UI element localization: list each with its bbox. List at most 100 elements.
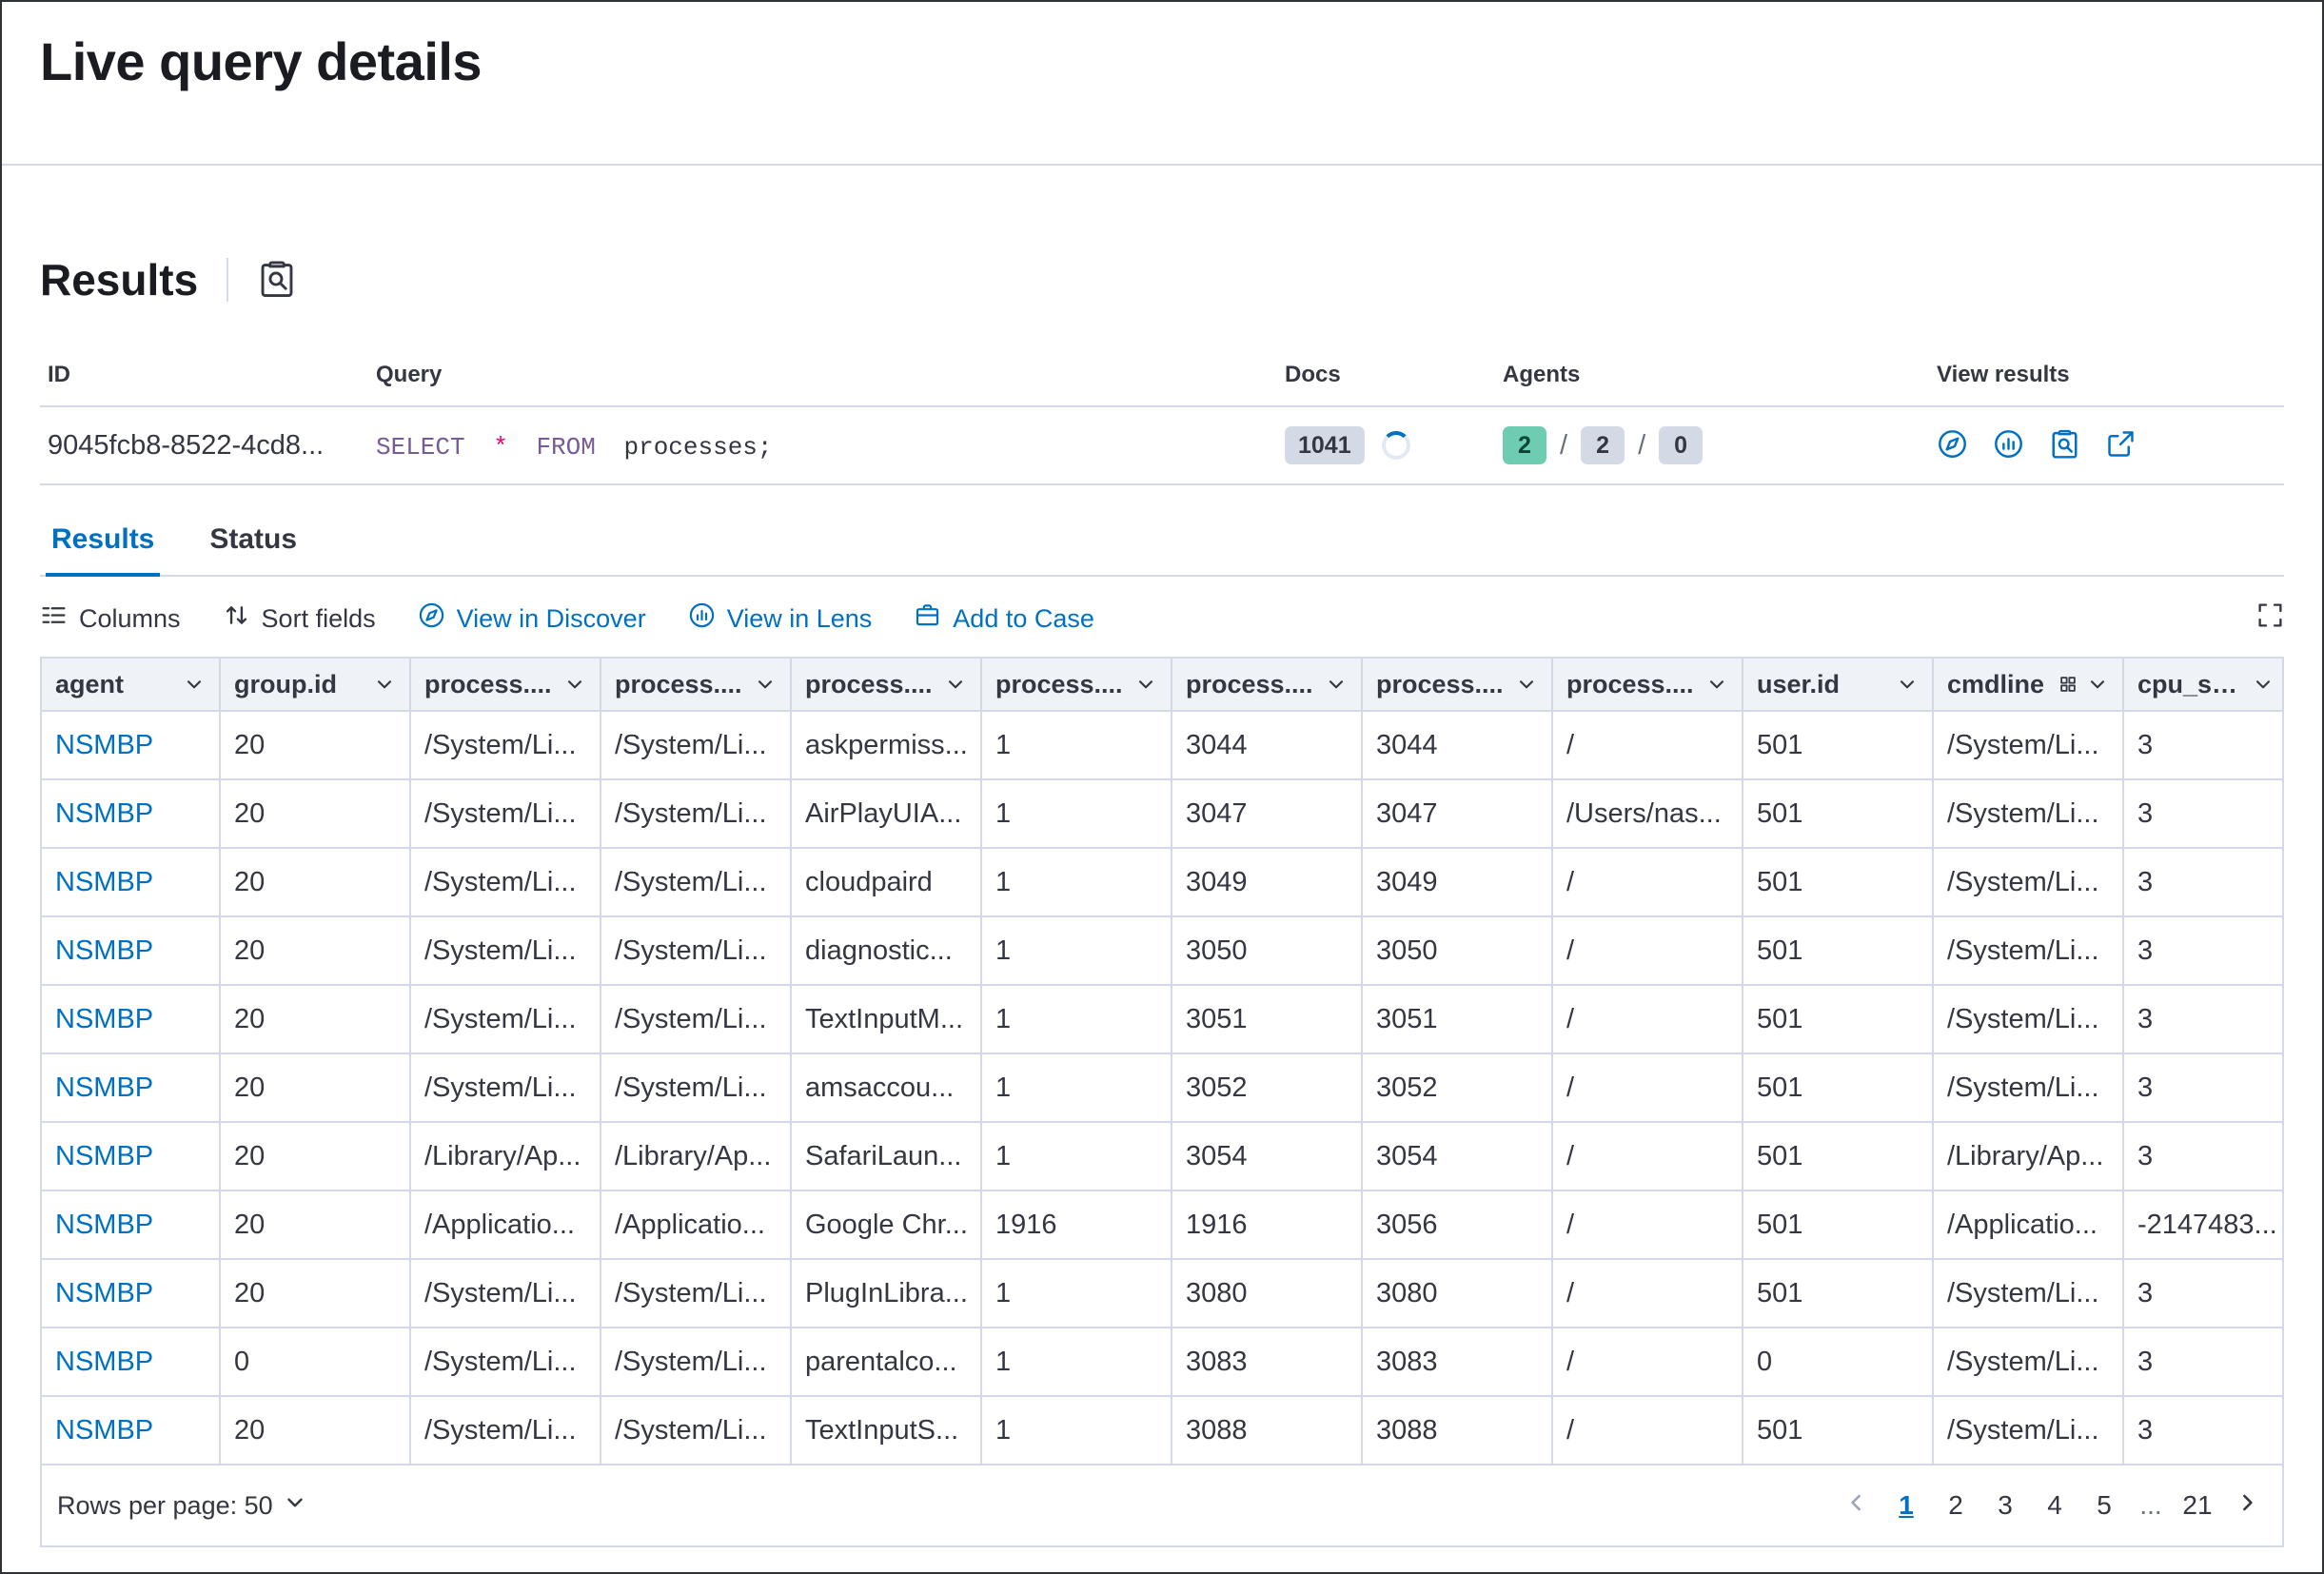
grid-cell: / bbox=[1553, 917, 1743, 986]
grid-cell: 1 bbox=[982, 780, 1172, 849]
lens-icon bbox=[688, 601, 716, 636]
table-row: NSMBP20/System/Li.../System/Li...cloudpa… bbox=[42, 849, 2282, 917]
view-in-lens-link[interactable]: View in Lens bbox=[688, 601, 873, 636]
view-in-discover-link[interactable]: View in Discover bbox=[418, 601, 646, 636]
rows-per-page-button[interactable]: Rows per page: 50 bbox=[51, 1489, 313, 1523]
grid-header-cell[interactable]: agent bbox=[42, 659, 221, 712]
agent-link[interactable]: NSMBP bbox=[42, 1054, 221, 1123]
grid-cell: /System/Li... bbox=[1934, 1054, 2124, 1123]
grid-header-cell[interactable]: process.... bbox=[1363, 659, 1553, 712]
grid-header-cell[interactable]: user.id bbox=[1743, 659, 1934, 712]
grid-header-cell[interactable]: process.... bbox=[1553, 659, 1743, 712]
summary-row: 9045fcb8-8522-4cd8... SELECT * FROM proc… bbox=[40, 407, 2284, 485]
columns-button[interactable]: Columns bbox=[40, 601, 181, 636]
agent-link[interactable]: NSMBP bbox=[42, 1260, 221, 1328]
pagination-page[interactable]: 1 bbox=[1884, 1484, 1928, 1527]
main-content: Results ID Query Docs Agents View result… bbox=[2, 249, 2322, 1547]
chevron-down-icon[interactable] bbox=[754, 673, 777, 696]
table-row: NSMBP20/Library/Ap.../Library/Ap...Safar… bbox=[42, 1123, 2282, 1191]
tab-results[interactable]: Results bbox=[46, 508, 160, 577]
grid-cell: Google Chr... bbox=[792, 1191, 982, 1260]
grid-cell: 20 bbox=[221, 712, 411, 780]
agent-link[interactable]: NSMBP bbox=[42, 1191, 221, 1260]
agent-link[interactable]: NSMBP bbox=[42, 1397, 221, 1466]
grid-header-cell[interactable]: process.... bbox=[601, 659, 792, 712]
grid-cell: 3 bbox=[2124, 712, 2284, 780]
pagination: 12345...21 bbox=[1835, 1484, 2269, 1527]
pagination-page[interactable]: 5 bbox=[2082, 1484, 2126, 1527]
chevron-down-icon[interactable] bbox=[1515, 673, 1538, 696]
grid-header-cell[interactable]: cmdline bbox=[1934, 659, 2124, 712]
agent-link[interactable]: NSMBP bbox=[42, 917, 221, 986]
fullscreen-button[interactable] bbox=[2256, 601, 2284, 636]
chevron-down-icon[interactable] bbox=[944, 673, 967, 696]
grid-header-cell[interactable]: process.... bbox=[982, 659, 1172, 712]
chevron-down-icon[interactable] bbox=[183, 673, 206, 696]
docs-count-badge: 1041 bbox=[1285, 426, 1365, 464]
agent-link[interactable]: NSMBP bbox=[42, 1123, 221, 1191]
table-row: NSMBP20/System/Li.../System/Li...TextInp… bbox=[42, 986, 2282, 1054]
sort-icon bbox=[223, 601, 250, 636]
agents-succeeded-badge: 2 bbox=[1503, 426, 1546, 464]
inspect-button[interactable] bbox=[257, 259, 297, 302]
grid-cell: 1 bbox=[982, 1054, 1172, 1123]
grid-cell: 0 bbox=[1743, 1328, 1934, 1397]
chevron-down-icon[interactable] bbox=[563, 673, 586, 696]
grid-cell: 20 bbox=[221, 917, 411, 986]
grid-cell: 20 bbox=[221, 1191, 411, 1260]
grid-cell: /Library/Ap... bbox=[1934, 1123, 2124, 1191]
chevron-down-icon[interactable] bbox=[1325, 673, 1348, 696]
chevron-down-icon[interactable] bbox=[1134, 673, 1157, 696]
grid-header-cell[interactable]: process.... bbox=[1172, 659, 1363, 712]
next-page-button[interactable] bbox=[2225, 1484, 2269, 1527]
grid-cell: PlugInLibra... bbox=[792, 1260, 982, 1328]
grid-cell: /System/Li... bbox=[1934, 1260, 2124, 1328]
chevron-down-icon[interactable] bbox=[1896, 673, 1919, 696]
pagination-page[interactable]: 2 bbox=[1934, 1484, 1978, 1527]
view-details-button[interactable] bbox=[2049, 428, 2080, 462]
agent-link[interactable]: NSMBP bbox=[42, 849, 221, 917]
add-to-case-link[interactable]: Add to Case bbox=[914, 601, 1094, 636]
pagination-page[interactable]: 3 bbox=[1983, 1484, 2027, 1527]
view-in-discover-button[interactable] bbox=[1937, 428, 1968, 462]
field-token-icon bbox=[2058, 674, 2078, 695]
agent-link[interactable]: NSMBP bbox=[42, 1328, 221, 1397]
chevron-down-icon[interactable] bbox=[373, 673, 396, 696]
view-results-cell bbox=[1937, 428, 2276, 462]
grid-cell: /System/Li... bbox=[601, 849, 792, 917]
chevron-down-icon[interactable] bbox=[2252, 673, 2275, 696]
agent-link[interactable]: NSMBP bbox=[42, 712, 221, 780]
agent-link[interactable]: NSMBP bbox=[42, 780, 221, 849]
grid-cell: /System/Li... bbox=[1934, 780, 2124, 849]
agent-link[interactable]: NSMBP bbox=[42, 986, 221, 1054]
open-results-button[interactable] bbox=[2105, 428, 2137, 462]
grid-cell: 501 bbox=[1743, 1397, 1934, 1466]
sort-fields-label: Sort fields bbox=[262, 604, 376, 634]
grid-cell: 3054 bbox=[1363, 1123, 1553, 1191]
grid-cell: 1 bbox=[982, 917, 1172, 986]
grid-cell: TextInputS... bbox=[792, 1397, 982, 1466]
results-heading: Results bbox=[40, 254, 198, 305]
query-id: 9045fcb8-8522-4cd8... bbox=[48, 430, 376, 462]
pagination-page[interactable]: 21 bbox=[2176, 1484, 2219, 1527]
grid-cell: 3051 bbox=[1363, 986, 1553, 1054]
sort-fields-button[interactable]: Sort fields bbox=[223, 601, 376, 636]
pagination-page[interactable]: 4 bbox=[2033, 1484, 2077, 1527]
grid-header-cell[interactable]: group.id bbox=[221, 659, 411, 712]
view-in-lens-button[interactable] bbox=[1993, 428, 2024, 462]
grid-cell: /System/Li... bbox=[601, 917, 792, 986]
chevron-down-icon[interactable] bbox=[2086, 673, 2109, 696]
grid-cell: 3044 bbox=[1363, 712, 1553, 780]
page-title: Live query details bbox=[40, 30, 2284, 92]
grid-header-cell[interactable]: cpu_sub... bbox=[2124, 659, 2284, 712]
grid-header-cell[interactable]: process.... bbox=[792, 659, 982, 712]
grid-header-cell[interactable]: process.... bbox=[411, 659, 601, 712]
chevron-down-icon[interactable] bbox=[1705, 673, 1728, 696]
previous-page-button[interactable] bbox=[1835, 1484, 1879, 1527]
tab-status[interactable]: Status bbox=[204, 508, 303, 577]
column-label: group.id bbox=[234, 670, 365, 699]
grid-cell: 1 bbox=[982, 1397, 1172, 1466]
summary-header-view-results: View results bbox=[1937, 362, 2276, 388]
table-row: NSMBP20/System/Li.../System/Li...amsacco… bbox=[42, 1054, 2282, 1123]
inspect-icon bbox=[2049, 428, 2080, 462]
